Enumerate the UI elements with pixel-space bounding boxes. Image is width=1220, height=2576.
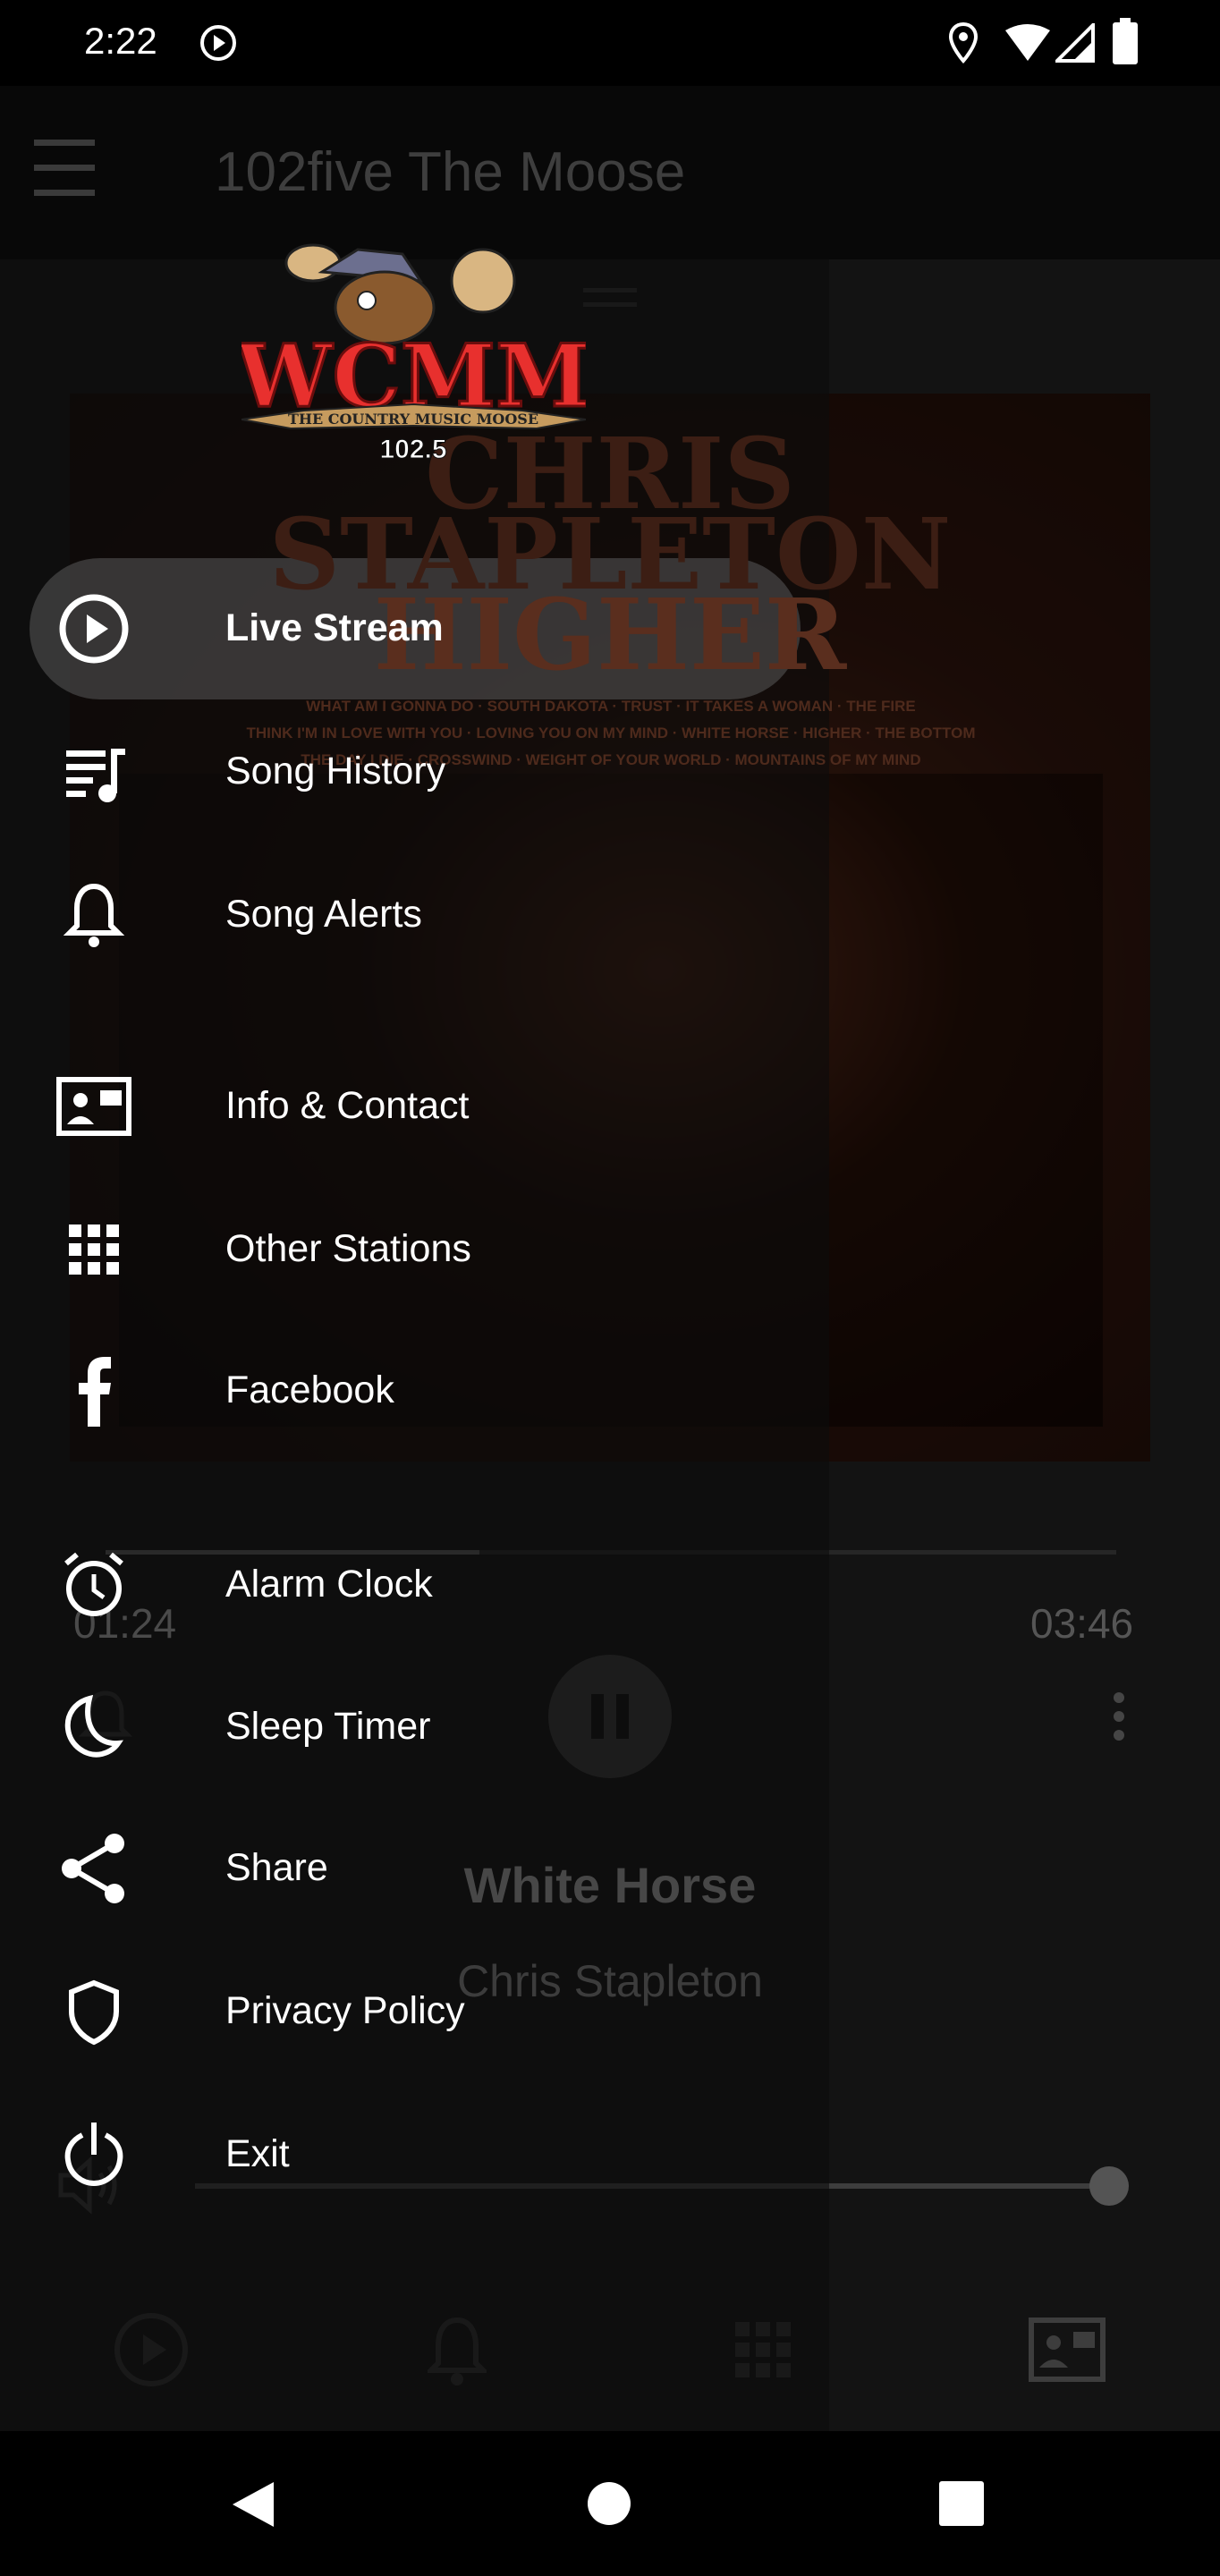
drawer-item-label: Sleep Timer (225, 1705, 431, 1748)
tracklist-line: WHAT AM I GONNA DO · SOUTH DAKOTA · TRUS… (306, 698, 916, 715)
drawer-item-label: Info & Contact (225, 1084, 470, 1127)
song-title: White Horse (463, 1857, 757, 1913)
drawer-item-label: Privacy Policy (225, 1989, 465, 2032)
signal-icon (1055, 23, 1095, 63)
status-bar: 2:22 (0, 0, 1220, 86)
logo-tagline: THE COUNTRY MUSIC MOOSE (288, 411, 538, 428)
power-icon (64, 2123, 123, 2187)
station-logo: WCMM THE COUNTRY MUSIC MOOSE 102.5 (241, 243, 586, 465)
duration-time: 03:46 (1030, 1600, 1134, 1647)
recents-icon[interactable] (939, 2481, 984, 2526)
grid-icon (69, 1224, 119, 1275)
play-notification-icon (200, 25, 236, 61)
drawer-item-label: Alarm Clock (225, 1563, 433, 1606)
share-icon (62, 1834, 124, 1903)
hamburger-icon[interactable] (34, 136, 97, 199)
facebook-icon (79, 1357, 111, 1427)
location-icon (948, 21, 979, 64)
battery-icon (1113, 18, 1138, 64)
status-time: 2:22 (84, 20, 157, 62)
drawer-item-label: Song History (225, 750, 446, 792)
logo-frequency: 102.5 (379, 435, 446, 464)
drawer-item-label: Song Alerts (225, 893, 422, 936)
playlist-icon (66, 749, 125, 802)
system-nav-bar (0, 2431, 1220, 2576)
drawer-item-label: Facebook (225, 1368, 394, 1411)
wifi-icon (1005, 24, 1050, 61)
play-circle-icon (59, 594, 129, 664)
tracklist-line: THINK I'M IN LOVE WITH YOU · LOVING YOU … (246, 724, 976, 741)
contact-card-icon (56, 1077, 131, 1136)
home-icon[interactable] (587, 2481, 631, 2526)
app-toolbar: 102five The Moose (0, 86, 1220, 259)
alarm-icon (64, 1552, 123, 1616)
drawer-item-label: Other Stations (225, 1227, 471, 1270)
drawer-item-label: Share (225, 1846, 328, 1889)
drawer-item-label: Exit (225, 2132, 290, 2175)
shield-icon (69, 1979, 119, 2046)
bell-icon (63, 883, 125, 947)
drawer-item-label: Live Stream (225, 606, 444, 649)
back-icon[interactable] (231, 2480, 275, 2529)
moon-icon (64, 1694, 123, 1758)
song-artist: Chris Stapleton (457, 1956, 763, 2006)
